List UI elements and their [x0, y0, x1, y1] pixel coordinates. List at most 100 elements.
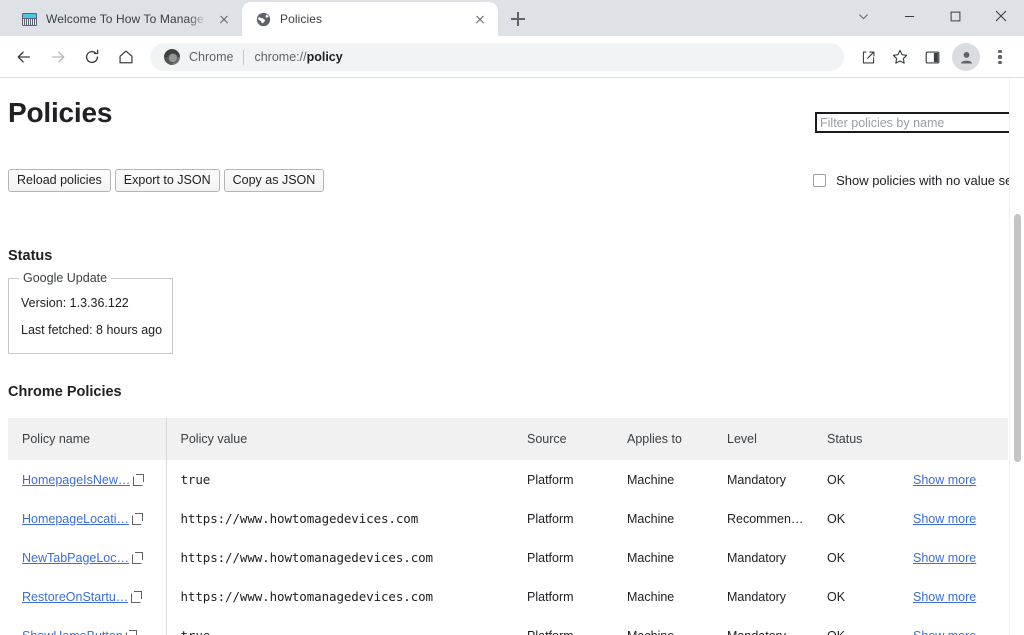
column-policy-name: Policy name — [8, 418, 167, 460]
level-text: Mandatory — [727, 472, 787, 487]
back-arrow-icon[interactable] — [8, 41, 40, 73]
page-header-row: Policies — [8, 78, 1016, 133]
home-icon[interactable] — [110, 41, 142, 73]
cell-level: Mandatory — [713, 577, 813, 616]
cell-level: Mandatory — [713, 538, 813, 577]
tab-strip: Welcome To How To Manage De Policies — [0, 0, 1024, 36]
three-dot-menu-icon[interactable] — [984, 41, 1016, 73]
policies-table-head: Policy name Policy value Source Applies … — [8, 418, 1008, 460]
address-bar[interactable]: Chrome chrome://policy — [150, 43, 844, 71]
cell-policy-name: HomepageIsNew… — [8, 460, 167, 499]
export-to-json-button[interactable]: Export to JSON — [114, 169, 220, 192]
controls-row: Reload policies Export to JSON Copy as J… — [8, 169, 1016, 192]
column-status: Status — [813, 418, 913, 460]
document-favicon — [21, 11, 37, 27]
column-source: Source — [513, 418, 613, 460]
show-more-link[interactable]: Show more — [913, 473, 976, 487]
external-link-icon[interactable] — [131, 591, 143, 604]
policy-name-link[interactable]: NewTabPageLoc… — [22, 551, 129, 565]
level-text: Mandatory — [727, 629, 809, 635]
reload-policies-button[interactable]: Reload policies — [8, 169, 111, 192]
level-text: Mandatory — [727, 589, 787, 604]
cell-show-more: Show more — [913, 577, 1008, 616]
tab-close-icon[interactable] — [216, 11, 232, 27]
policies-table-body: HomepageIsNew… true Platform Machine Man… — [8, 460, 1008, 635]
forward-arrow-icon[interactable] — [42, 41, 74, 73]
policy-name-link[interactable]: HomepageIsNew… — [22, 473, 130, 487]
browser-window: Welcome To How To Manage De Policies Chr… — [0, 0, 1024, 635]
show-no-value-label: Show policies with no value set — [836, 173, 1016, 188]
copy-as-json-button[interactable]: Copy as JSON — [223, 169, 325, 192]
table-row: RestoreOnStartu… https://www.howtomanage… — [8, 577, 1008, 616]
omnibox-url: chrome://policy — [254, 50, 342, 64]
close-icon[interactable] — [978, 0, 1024, 32]
cell-level: Mandatory — [713, 460, 813, 499]
show-no-value-row[interactable]: Show policies with no value set — [813, 173, 1016, 188]
show-more-link[interactable]: Show more — [913, 590, 976, 604]
tab-close-icon[interactable] — [472, 11, 488, 27]
profile-avatar-icon[interactable] — [952, 43, 980, 71]
share-icon[interactable] — [852, 41, 884, 73]
external-link-icon[interactable] — [125, 630, 137, 635]
omnibox-url-prefix: chrome:// — [254, 50, 307, 64]
tab-search-chevron-down-icon[interactable] — [840, 0, 886, 32]
cell-policy-name: ShowHomeButton — [8, 616, 167, 635]
cell-level: Recommen… — [713, 499, 813, 538]
cell-source: Platform — [513, 460, 613, 499]
cell-applies-to: Machine — [613, 499, 713, 538]
cell-show-more: Show more — [913, 460, 1008, 499]
cell-applies-to: Machine — [613, 538, 713, 577]
tab-title: Policies — [280, 12, 323, 26]
policy-name-link[interactable]: ShowHomeButton — [22, 629, 123, 635]
policy-name-link[interactable]: RestoreOnStartu… — [22, 590, 128, 604]
page-scrollbar[interactable] — [1009, 78, 1024, 635]
filter-policies-input[interactable] — [815, 112, 1016, 133]
cell-source: Platform — [513, 538, 613, 577]
cell-policy-value: https://www.howtomagedevices.com — [166, 499, 513, 538]
table-row: HomepageLocati… https://www.howtomagedev… — [8, 499, 1008, 538]
column-applies-to: Applies to — [613, 418, 713, 460]
show-more-link[interactable]: Show more — [913, 629, 976, 635]
cell-policy-value: true — [166, 616, 513, 635]
minimize-icon[interactable] — [886, 0, 932, 32]
cell-status: OK — [813, 460, 913, 499]
status-last-fetched: Last fetched: 8 hours ago — [21, 323, 163, 337]
cell-source: Platform — [513, 577, 613, 616]
new-tab-button[interactable] — [504, 5, 532, 33]
scrollbar-thumb[interactable] — [1014, 214, 1021, 462]
cell-policy-name: RestoreOnStartu… — [8, 577, 167, 616]
policy-name-link[interactable]: HomepageLocati… — [22, 512, 129, 526]
tab-policies[interactable]: Policies — [242, 2, 498, 36]
cell-applies-to: Machine — [613, 577, 713, 616]
show-no-value-checkbox[interactable] — [813, 174, 827, 187]
policies-table: Policy name Policy value Source Applies … — [8, 418, 1009, 635]
side-panel-icon[interactable] — [916, 41, 948, 73]
cell-show-more: Show more — [913, 616, 1008, 635]
cell-policy-value: https://www.howtomanagedevices.com — [166, 577, 513, 616]
omnibox-url-page: policy — [306, 50, 343, 64]
external-link-icon[interactable] — [133, 474, 145, 487]
column-actions — [913, 418, 1008, 460]
reload-icon[interactable] — [76, 41, 108, 73]
cell-applies-to: Machine — [613, 616, 713, 635]
cell-status: OK — [813, 538, 913, 577]
chrome-logo-icon — [164, 49, 180, 65]
tab-welcome[interactable]: Welcome To How To Manage De — [8, 2, 242, 36]
browser-toolbar: Chrome chrome://policy — [0, 36, 1024, 78]
page-title: Policies — [8, 97, 113, 128]
column-policy-value: Policy value — [166, 418, 513, 460]
status-version: Version: 1.3.36.122 — [21, 296, 129, 310]
external-link-icon[interactable] — [132, 513, 144, 526]
external-link-icon[interactable] — [132, 552, 144, 565]
action-buttons: Reload policies Export to JSON Copy as J… — [8, 169, 325, 192]
maximize-icon[interactable] — [932, 0, 978, 32]
show-more-link[interactable]: Show more — [913, 551, 976, 565]
cell-show-more: Show more — [913, 538, 1008, 577]
show-more-link[interactable]: Show more — [913, 512, 976, 526]
omnibox-site-chip: Chrome — [189, 50, 234, 64]
window-controls — [840, 0, 1024, 32]
table-row: ShowHomeButton true Platform Machine Man… — [8, 616, 1008, 635]
cell-applies-to: Machine — [613, 460, 713, 499]
table-header-row: Policy name Policy value Source Applies … — [8, 418, 1008, 460]
star-icon[interactable] — [884, 41, 916, 73]
